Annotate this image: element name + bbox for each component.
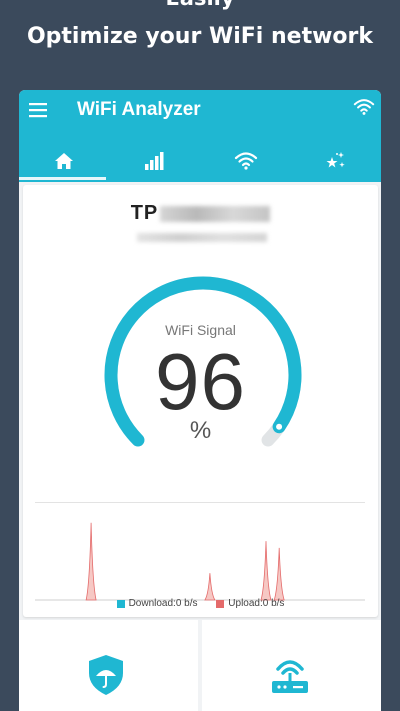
- network-mac-redacted: [137, 233, 267, 242]
- router-icon: [272, 660, 308, 693]
- upload-peak: [273, 547, 285, 601]
- download-swatch: [116, 599, 125, 608]
- upload-label: Upload:0 b/s: [228, 598, 285, 609]
- upload-peak: [85, 522, 97, 601]
- signal-card-content: TP WiFi Signal 96 % Download:0 b/s Uploa…: [23, 90, 378, 630]
- divider: [35, 502, 365, 503]
- signal-label: WiFi Signal: [165, 322, 236, 338]
- upload-peak: [204, 573, 216, 601]
- signal-unit: %: [189, 417, 212, 444]
- shield-umbrella-icon: [89, 655, 123, 695]
- ssid-redacted: [160, 205, 271, 222]
- promo-top-text: Easily: [0, 0, 400, 10]
- signal-value: 96: [155, 337, 246, 426]
- promo-title: Optimize your WiFi network: [26, 24, 374, 49]
- legend-upload: Upload:0 b/s: [216, 598, 284, 609]
- download-label: Download:0 b/s: [128, 598, 198, 609]
- security-card[interactable]: [19, 620, 198, 711]
- network-ssid: TP: [23, 202, 378, 225]
- bottom-cards: [19, 620, 381, 711]
- upload-peak: [260, 541, 272, 601]
- ssid-text: TP: [130, 202, 159, 224]
- traffic-chart: [35, 522, 365, 601]
- traffic-legend: Download:0 b/s Upload:0 b/s: [23, 598, 378, 611]
- router-card[interactable]: [202, 620, 381, 711]
- legend-download: Download:0 b/s: [116, 598, 198, 609]
- upload-swatch: [216, 599, 225, 608]
